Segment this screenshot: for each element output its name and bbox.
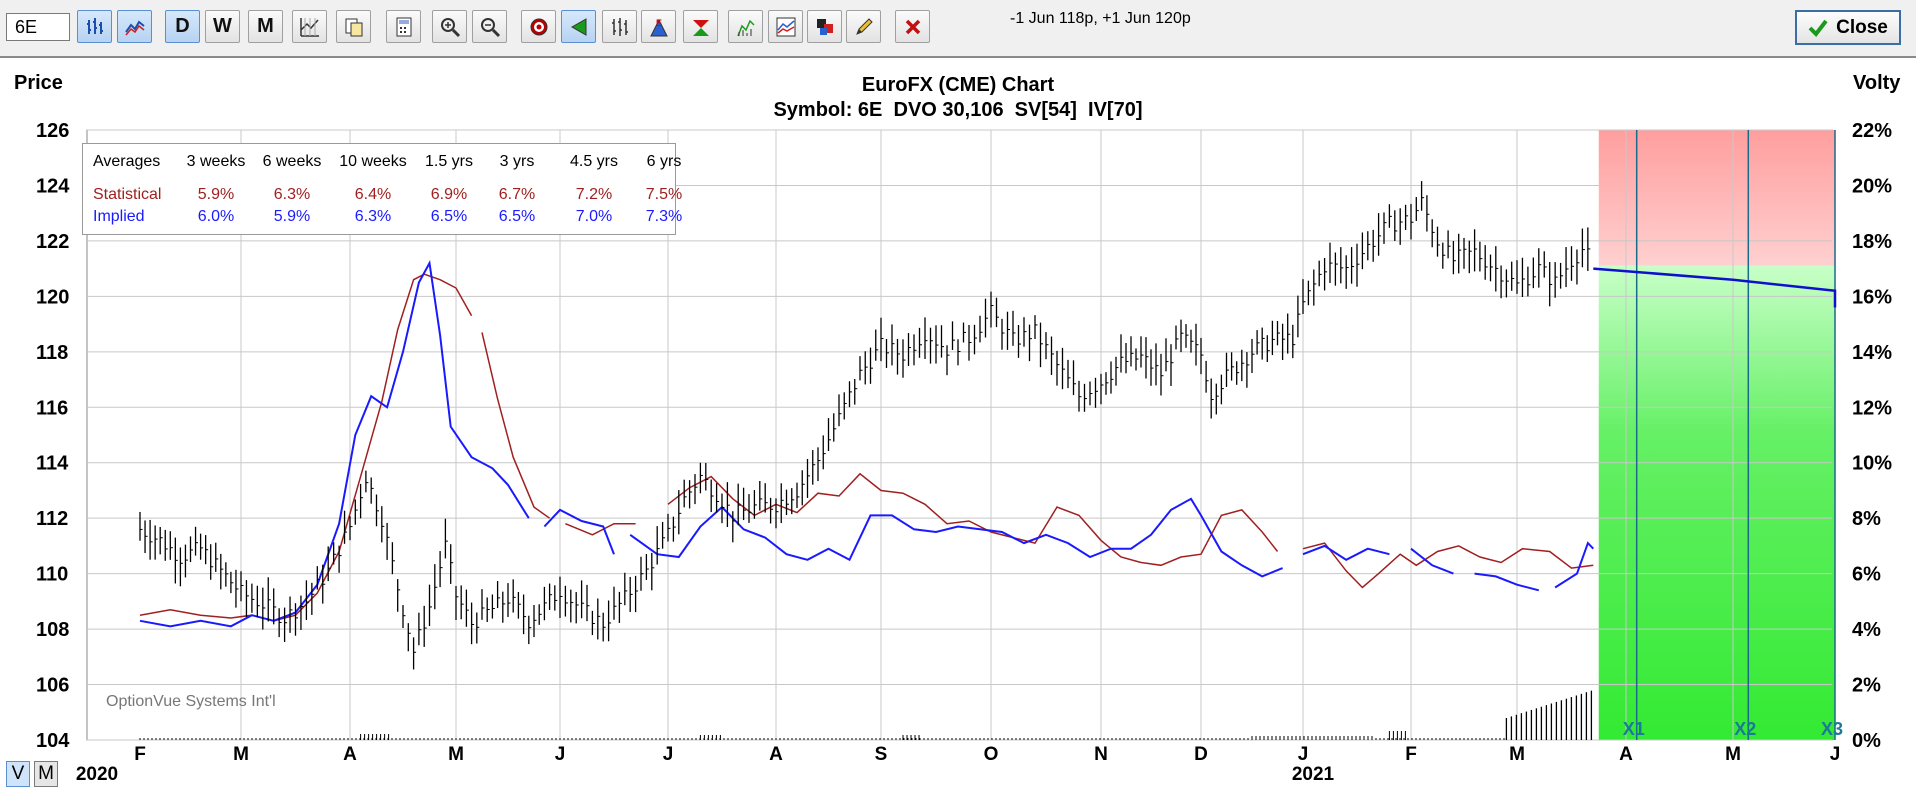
averages-row-statistical: Statistical 5.9% 6.3% 6.4% 6.9% 6.7% 7.2% 7.5% bbox=[93, 186, 682, 208]
table-cell: 6.5% bbox=[498, 208, 536, 225]
month-tick-label: A bbox=[769, 744, 783, 765]
table-cell: 6 yrs bbox=[646, 153, 682, 170]
price-tick-label: 110 bbox=[36, 564, 68, 586]
averages-row-implied: Implied 6.0% 5.9% 6.3% 6.5% 6.5% 7.0% 7.3% bbox=[93, 208, 682, 230]
volty-tick-label: 2% bbox=[1852, 675, 1881, 697]
price-tick-label: 124 bbox=[36, 175, 70, 197]
expiry-label: X3 bbox=[1821, 719, 1843, 739]
month-tick-label: S bbox=[875, 744, 888, 765]
table-cell: 6.3% bbox=[354, 208, 392, 225]
month-tick-label: M bbox=[1509, 744, 1525, 765]
volty-tick-label: 16% bbox=[1852, 286, 1892, 308]
volty-tick-label: 22% bbox=[1852, 120, 1892, 142]
table-cell: 6.9% bbox=[430, 186, 468, 203]
volty-tick-label: 0% bbox=[1852, 730, 1881, 752]
month-tick-label: A bbox=[1619, 744, 1633, 765]
row-label: Implied bbox=[93, 208, 145, 225]
price-tick-label: 118 bbox=[36, 342, 68, 364]
averages-header-row: Averages 3 weeks 6 weeks 10 weeks 1.5 yrs 3 y… bbox=[93, 153, 681, 175]
volty-tick-label: 12% bbox=[1852, 397, 1892, 419]
month-tick-label: J bbox=[1830, 744, 1841, 765]
table-cell: 7.0% bbox=[575, 208, 613, 225]
table-cell: 7.2% bbox=[575, 186, 613, 203]
table-cell: 1.5 yrs bbox=[424, 153, 473, 170]
row-label: Averages bbox=[93, 153, 161, 170]
projection-zone-below bbox=[1598, 265, 1835, 740]
volty-tick-label: 6% bbox=[1852, 564, 1881, 586]
price-tick-label: 120 bbox=[36, 286, 69, 308]
expiry-label: X2 bbox=[1734, 719, 1756, 739]
table-cell: 7.5% bbox=[645, 186, 683, 203]
month-tick-label: J bbox=[663, 744, 674, 765]
month-tick-label: N bbox=[1094, 744, 1108, 765]
price-tick-label: 114 bbox=[36, 453, 69, 475]
table-cell: 5.9% bbox=[273, 208, 311, 225]
price-tick-label: 104 bbox=[36, 730, 70, 752]
table-cell: 5.9% bbox=[197, 186, 235, 203]
year-label: 2021 bbox=[1292, 764, 1335, 785]
month-tick-label: F bbox=[1405, 744, 1417, 765]
month-tick-label: O bbox=[984, 744, 999, 765]
table-cell: 7.3% bbox=[645, 208, 683, 225]
volatility-mode-button[interactable]: V bbox=[6, 761, 30, 787]
month-tick-label: M bbox=[448, 744, 464, 765]
chart-title: EuroFX (CME) Chart bbox=[861, 74, 1055, 96]
price-tick-label: 122 bbox=[36, 231, 69, 253]
price-tick-label: 108 bbox=[36, 619, 69, 641]
month-tick-label: A bbox=[343, 744, 357, 765]
month-tick-label: J bbox=[1298, 744, 1309, 765]
month-tick-label: J bbox=[555, 744, 566, 765]
price-tick-label: 126 bbox=[36, 120, 69, 142]
table-cell: 3 weeks bbox=[186, 153, 246, 170]
table-cell: 6.7% bbox=[498, 186, 536, 203]
table-cell: 6.0% bbox=[197, 208, 235, 225]
price-tick-label: 112 bbox=[36, 508, 68, 530]
table-cell: 4.5 yrs bbox=[569, 153, 618, 170]
volty-tick-label: 20% bbox=[1852, 175, 1892, 197]
month-tick-label: M bbox=[1725, 744, 1741, 765]
table-cell: 6.3% bbox=[273, 186, 311, 203]
row-label: Statistical bbox=[93, 186, 162, 203]
table-cell: 3 yrs bbox=[499, 153, 535, 170]
table-cell: 10 weeks bbox=[339, 153, 407, 170]
volty-tick-label: 4% bbox=[1852, 619, 1881, 641]
averages-table: Averages 3 weeks 6 weeks 10 weeks 1.5 yrs 3 y… bbox=[82, 143, 682, 235]
watermark: OptionVue Systems Int'l bbox=[106, 693, 276, 710]
table-cell: 6.4% bbox=[354, 186, 392, 203]
month-tick-label: M bbox=[233, 744, 249, 765]
projection-zone-above bbox=[1598, 130, 1835, 266]
price-tick-label: 116 bbox=[36, 397, 68, 419]
volty-tick-label: 10% bbox=[1852, 453, 1892, 475]
volty-tick-label: 14% bbox=[1852, 342, 1892, 364]
table-cell: 6.5% bbox=[430, 208, 468, 225]
mode-m-button[interactable]: M bbox=[34, 761, 58, 787]
volty-tick-label: 18% bbox=[1852, 231, 1892, 253]
month-tick-label: D bbox=[1194, 744, 1208, 765]
table-cell: 6 weeks bbox=[262, 153, 322, 170]
chart-subtitle: Symbol: 6E DVO 30,106 SV[54] IV[70] bbox=[773, 99, 1143, 121]
price-tick-label: 106 bbox=[36, 675, 69, 697]
expiry-label: X1 bbox=[1623, 719, 1645, 739]
month-tick-label: F bbox=[134, 744, 146, 765]
volty-tick-label: 8% bbox=[1852, 508, 1881, 530]
year-label: 2020 bbox=[76, 764, 118, 785]
